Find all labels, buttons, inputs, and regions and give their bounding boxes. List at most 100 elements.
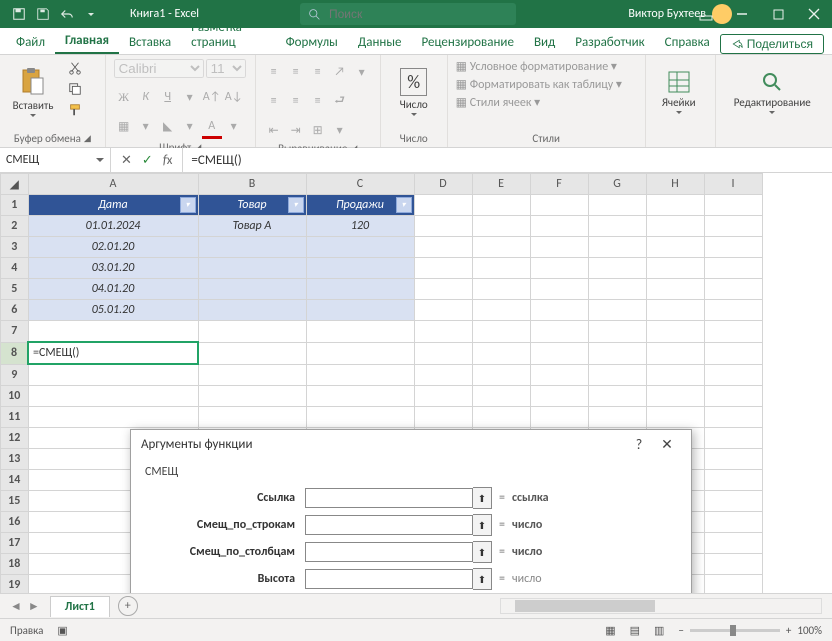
cell[interactable]: 120 [306, 216, 414, 237]
cell[interactable] [588, 300, 646, 321]
cell[interactable] [704, 216, 762, 237]
page-break-icon[interactable]: ▥ [654, 624, 664, 637]
fx-icon[interactable]: fx [163, 153, 173, 168]
cell[interactable] [704, 428, 762, 449]
row-header[interactable]: 17 [1, 533, 29, 554]
cell[interactable] [530, 407, 588, 428]
cell[interactable] [198, 321, 306, 343]
cell[interactable] [414, 279, 472, 300]
collapse-dialog-icon[interactable]: ⬆ [473, 514, 492, 536]
search-box[interactable] [300, 3, 516, 25]
editing-button[interactable]: Редактирование [724, 59, 820, 125]
search-input[interactable] [327, 6, 491, 22]
cell[interactable] [704, 300, 762, 321]
orientation-icon[interactable]: ↗ [330, 62, 350, 82]
cell[interactable] [530, 258, 588, 279]
cell[interactable] [646, 300, 704, 321]
arg-input-3[interactable] [305, 569, 473, 589]
cell[interactable] [414, 364, 472, 386]
borders-icon[interactable]: ▦ [114, 116, 134, 136]
cell[interactable] [704, 237, 762, 258]
cell[interactable] [646, 237, 704, 258]
cell-styles-button[interactable]: ▦ Стили ячеек ▾ [456, 95, 541, 110]
col-header[interactable]: I [704, 174, 762, 195]
cell[interactable] [646, 321, 704, 343]
cell[interactable] [588, 364, 646, 386]
cell[interactable] [472, 237, 530, 258]
cell[interactable] [306, 342, 414, 364]
row-header[interactable]: 7 [1, 321, 29, 343]
cell[interactable] [704, 533, 762, 554]
font-size-select[interactable]: 11 [206, 59, 246, 78]
fill-color-icon[interactable]: ◣ [158, 116, 178, 136]
row-header[interactable]: 12 [1, 428, 29, 449]
format-painter-icon[interactable] [64, 101, 86, 119]
wrap-text-icon[interactable]: ⮐ [330, 91, 350, 111]
row-header[interactable]: 16 [1, 512, 29, 533]
cell[interactable] [646, 216, 704, 237]
cell[interactable] [472, 321, 530, 343]
cell[interactable] [28, 364, 198, 386]
cell[interactable] [306, 237, 414, 258]
cell[interactable] [704, 364, 762, 386]
cell[interactable] [588, 195, 646, 216]
font-name-select[interactable]: Calibri [114, 59, 204, 78]
save-icon[interactable] [32, 3, 54, 25]
cell[interactable] [588, 237, 646, 258]
row-header[interactable]: 19 [1, 575, 29, 594]
dialog-close-icon[interactable]: ✕ [653, 436, 681, 453]
cell[interactable] [414, 258, 472, 279]
ribbon-options-icon[interactable] [688, 0, 724, 28]
cell[interactable] [704, 554, 762, 575]
cell[interactable] [704, 195, 762, 216]
cell[interactable] [704, 279, 762, 300]
row-header[interactable]: 1 [1, 195, 29, 216]
col-header[interactable]: F [530, 174, 588, 195]
cell[interactable] [530, 300, 588, 321]
cell[interactable] [588, 279, 646, 300]
next-sheet-icon[interactable]: ► [28, 599, 40, 614]
cell[interactable] [530, 364, 588, 386]
cell[interactable] [198, 258, 306, 279]
copy-icon[interactable] [64, 80, 86, 98]
col-header[interactable]: H [646, 174, 704, 195]
cell[interactable] [646, 386, 704, 407]
horizontal-scrollbar[interactable] [500, 598, 822, 614]
autosave-icon[interactable] [8, 3, 30, 25]
undo-icon[interactable] [56, 3, 78, 25]
arg-input-0[interactable] [305, 488, 473, 508]
cell[interactable] [530, 342, 588, 364]
arg-input-1[interactable] [305, 515, 473, 535]
row-header[interactable]: 18 [1, 554, 29, 575]
cell[interactable] [414, 237, 472, 258]
page-layout-icon[interactable]: ▤ [630, 624, 640, 637]
collapse-dialog-icon[interactable]: ⬆ [473, 487, 492, 509]
cancel-formula-icon[interactable]: ✕ [121, 153, 132, 168]
merge-icon[interactable]: ⊞ [308, 120, 328, 140]
help-icon[interactable]: ? [625, 436, 653, 453]
underline-icon[interactable]: Ч [158, 87, 178, 107]
cell[interactable] [306, 300, 414, 321]
cell[interactable] [198, 237, 306, 258]
cell[interactable] [28, 407, 198, 428]
cell[interactable] [306, 321, 414, 343]
cell[interactable]: 04.01.20 [28, 279, 198, 300]
zoom-out-icon[interactable]: − [678, 624, 683, 637]
cell[interactable] [704, 407, 762, 428]
add-sheet-icon[interactable]: + [118, 596, 138, 616]
macro-record-icon[interactable]: ▣ [57, 624, 67, 637]
align-left-icon[interactable]: ≡ [264, 91, 284, 111]
cell[interactable] [472, 364, 530, 386]
tab-вставка[interactable]: Вставка [119, 31, 181, 54]
increase-indent-icon[interactable]: ⇥ [286, 120, 306, 140]
prev-sheet-icon[interactable]: ◄ [10, 599, 22, 614]
maximize-icon[interactable] [760, 0, 796, 28]
filter-icon[interactable]: ▾ [396, 197, 412, 213]
col-header[interactable]: G [588, 174, 646, 195]
conditional-formatting-button[interactable]: ▦ Условное форматирование ▾ [456, 59, 617, 74]
cell[interactable] [198, 407, 306, 428]
cell[interactable] [588, 407, 646, 428]
cell[interactable] [472, 279, 530, 300]
cut-icon[interactable] [64, 59, 86, 77]
cell[interactable] [704, 258, 762, 279]
